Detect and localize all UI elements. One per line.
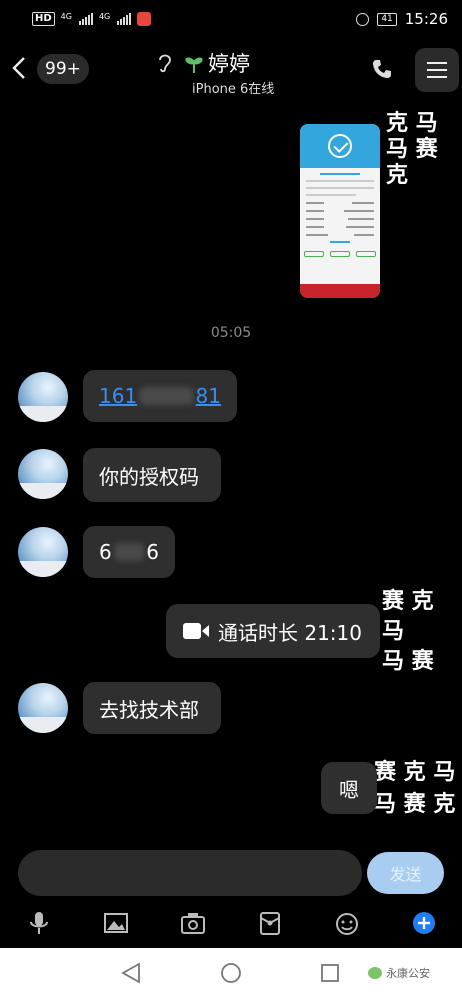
- menu-icon-line: [427, 69, 447, 71]
- status-left: HD 4G 4G: [32, 12, 152, 26]
- thumbnail-text: [306, 187, 374, 189]
- recents-square-icon[interactable]: [319, 962, 341, 984]
- message-text-end: 6: [146, 540, 159, 564]
- menu-button[interactable]: [415, 48, 459, 92]
- hd-indicator: HD: [32, 12, 55, 26]
- back-triangle-icon[interactable]: [120, 962, 142, 984]
- status-right: 41 15:26: [356, 10, 448, 28]
- system-nav-bar: 永康公安: [0, 948, 462, 1000]
- red-packet-icon[interactable]: [255, 908, 285, 938]
- thumbnail-row: [306, 226, 374, 228]
- thumbnail-text: [306, 180, 374, 182]
- watermark: 永康公安: [368, 965, 430, 981]
- mosaic-text: 克 马: [386, 110, 438, 136]
- thumbnail-buttons: [304, 251, 376, 257]
- menu-icon-line: [427, 62, 447, 64]
- redacted-region: [139, 387, 194, 405]
- menu-icon-line: [427, 76, 447, 78]
- self-avatar-mosaic: 赛 克 马 马 赛: [382, 586, 462, 676]
- thumbnail-row: [306, 234, 374, 236]
- message-text: 你的授权码: [99, 464, 199, 489]
- video-call-icon: [183, 623, 209, 639]
- contact-status: iPhone 6在线: [192, 82, 275, 97]
- image-message-thumbnail[interactable]: [300, 124, 380, 298]
- contact-avatar[interactable]: [18, 683, 68, 733]
- message-input[interactable]: [18, 850, 362, 896]
- thumbnail-text: [306, 194, 356, 196]
- mosaic-text: 马 赛 克: [386, 136, 438, 188]
- message-bubble[interactable]: 你的授权码: [83, 448, 221, 502]
- battery-icon: 41: [377, 12, 397, 26]
- thumbnail-row: [306, 210, 374, 212]
- thumbnail-link: [330, 241, 350, 243]
- watermark-text: 永康公安: [386, 967, 430, 980]
- call-record-bubble[interactable]: 通话时长 21:10: [166, 604, 380, 658]
- chat-header: 99+ 婷婷 iPhone 6在线: [0, 40, 462, 98]
- call-duration-text: 通话时长 21:10: [218, 620, 362, 645]
- chevron-left-icon[interactable]: [10, 55, 28, 81]
- mosaic-text: 赛 克 马: [374, 759, 456, 785]
- thumbnail-header: [300, 124, 380, 168]
- ear-icon: [159, 54, 171, 73]
- network-type-2: 4G: [98, 12, 111, 21]
- redacted-region: [113, 543, 145, 561]
- phone-icon[interactable]: [371, 58, 393, 80]
- status-time: 15:26: [404, 10, 448, 28]
- message-bubble[interactable]: 去找技术部: [83, 682, 221, 734]
- contact-avatar[interactable]: [18, 372, 68, 422]
- mosaic-text: 马 赛 克: [374, 791, 456, 817]
- network-type: 4G: [60, 12, 72, 21]
- message-text: 嗯: [339, 777, 359, 802]
- app-notification-icon: [137, 12, 152, 26]
- unread-badge[interactable]: 99+: [37, 54, 89, 84]
- mosaic-text: 马 赛: [382, 648, 434, 674]
- thumbnail-row: [306, 218, 374, 220]
- image-icon[interactable]: [101, 908, 131, 938]
- mosaic-text: 赛 克 马: [382, 588, 434, 644]
- thumbnail-title: [320, 173, 360, 175]
- send-button[interactable]: 发送: [367, 852, 444, 894]
- message-text: 去找技术部: [99, 697, 199, 722]
- sprout-icon: [185, 57, 203, 73]
- composer: 发送: [0, 850, 462, 898]
- message-bubble[interactable]: 6 6: [83, 526, 175, 578]
- message-bubble-link[interactable]: 161 81: [83, 370, 237, 422]
- input-toolbar: [0, 902, 462, 946]
- contact-avatar[interactable]: [18, 527, 68, 577]
- self-avatar-mosaic: 克 马 马 赛 克: [386, 110, 462, 188]
- self-avatar-mosaic: 赛 克 马 马 赛 克: [374, 756, 455, 820]
- signal-icon-2: [117, 13, 132, 25]
- link-text-start: 161: [99, 384, 138, 408]
- check-icon: [328, 134, 352, 158]
- wechat-icon: [368, 967, 382, 979]
- thumbnail-row: [306, 202, 374, 204]
- thumbnail-banner: [300, 284, 380, 298]
- status-bar: HD 4G 4G 41 15:26: [0, 0, 462, 38]
- contact-avatar[interactable]: [18, 449, 68, 499]
- signal-icon: [78, 13, 93, 25]
- emoji-icon[interactable]: [332, 908, 362, 938]
- camera-icon[interactable]: [178, 908, 208, 938]
- microphone-icon[interactable]: [24, 908, 54, 938]
- contact-name: 婷婷: [208, 52, 250, 76]
- home-circle-icon[interactable]: [220, 962, 242, 984]
- message-text-start: 6: [99, 540, 112, 564]
- message-bubble-self[interactable]: 嗯: [321, 762, 377, 814]
- message-timestamp: 05:05: [210, 325, 252, 341]
- alarm-icon: [356, 12, 370, 26]
- plus-icon[interactable]: [409, 908, 439, 938]
- link-text-end: 81: [195, 384, 221, 408]
